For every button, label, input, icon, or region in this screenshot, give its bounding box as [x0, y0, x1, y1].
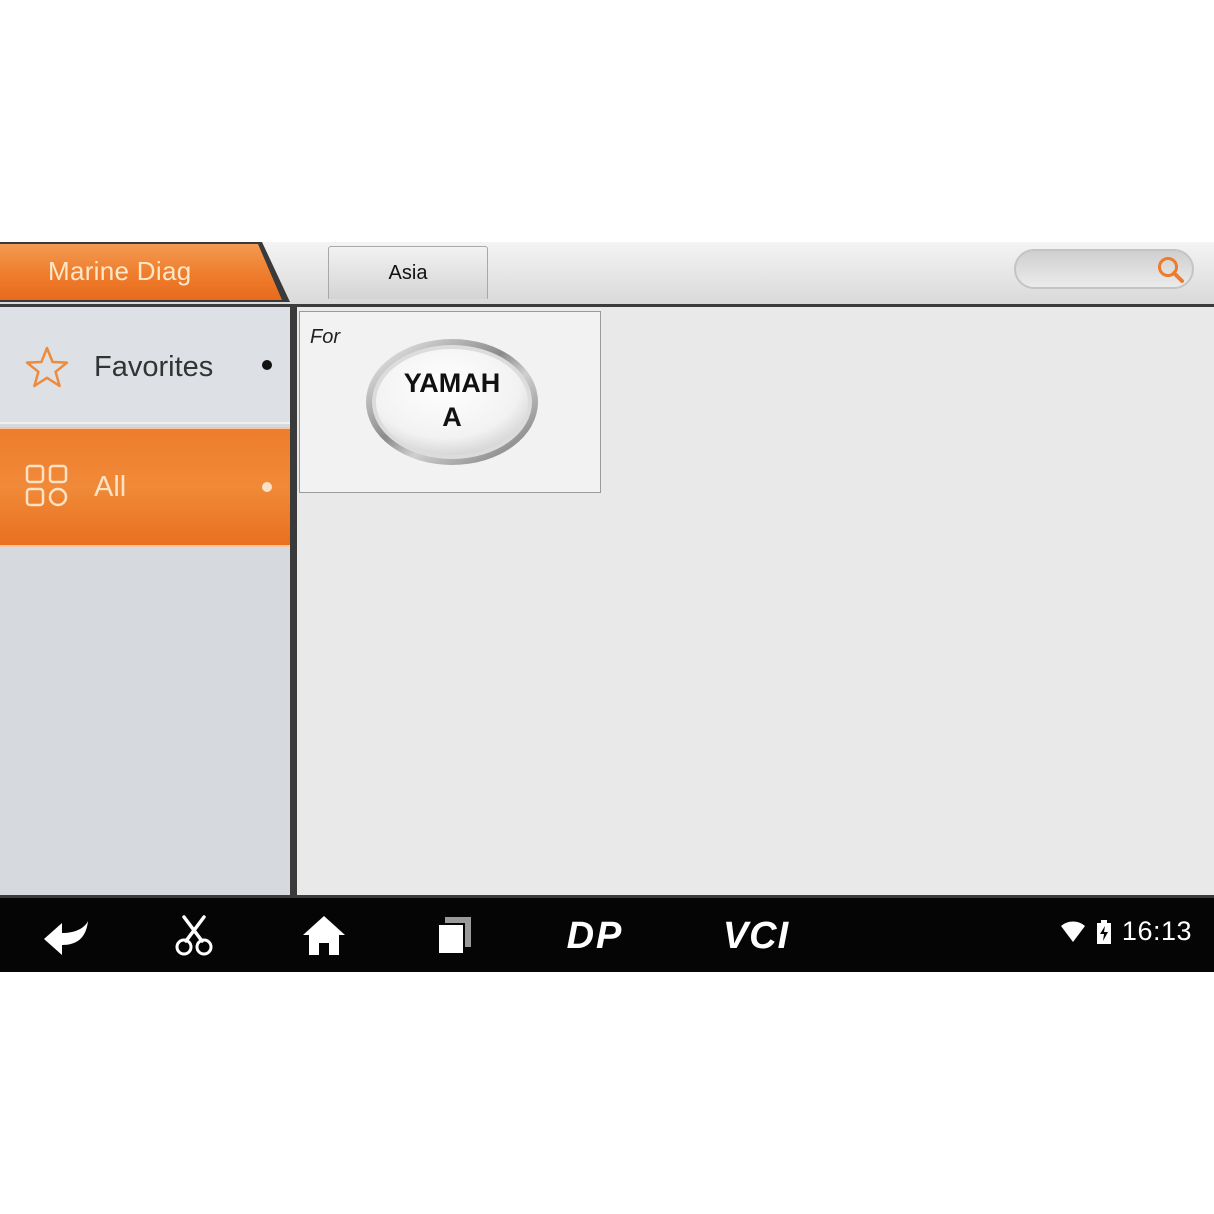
- wifi-icon: [1060, 921, 1085, 942]
- brand-label-line2: A: [442, 402, 462, 432]
- indicator-dot: [262, 360, 272, 370]
- tab-asia[interactable]: Asia: [328, 246, 488, 299]
- dp-button[interactable]: DP: [552, 910, 638, 960]
- sidebar-item-label: All: [94, 471, 127, 503]
- title-tab: Marine Diag: [0, 242, 292, 304]
- screenshot-button[interactable]: [166, 910, 222, 960]
- top-bar: Marine Diag Asia: [0, 242, 1214, 307]
- home-button[interactable]: [296, 910, 352, 960]
- sidebar-item-label: Favorites: [94, 351, 214, 383]
- app-title: Marine Diag: [48, 256, 192, 286]
- vci-label: VCI: [723, 917, 790, 953]
- recent-apps-button[interactable]: [426, 910, 482, 960]
- star-icon: [25, 346, 69, 388]
- home-icon: [303, 916, 345, 955]
- search-input[interactable]: [1030, 257, 1154, 283]
- recent-apps-icon: [437, 917, 471, 955]
- dp-icon: DP: [567, 917, 624, 953]
- brand-card-yamaha[interactable]: For YAMAH A: [299, 311, 601, 493]
- card-prefix: For: [310, 326, 340, 348]
- sidebar-item-favorites[interactable]: Favorites: [0, 307, 290, 424]
- content-area: For YAMAH A: [297, 307, 1214, 895]
- brand-label-line1: YAMAH: [403, 368, 501, 398]
- search-box[interactable]: [1014, 249, 1194, 289]
- navigation-bar: DP VCI 16:13: [0, 898, 1214, 972]
- back-icon: [44, 921, 88, 955]
- vci-icon: VCI: [723, 917, 790, 953]
- indicator-dot: [262, 482, 272, 492]
- dp-label: DP: [567, 917, 624, 953]
- app-screen: Marine Diag Asia Favorites All For YAMAH…: [0, 242, 1214, 972]
- sidebar-item-all[interactable]: All: [0, 427, 290, 547]
- brand-label: YAMAH A: [364, 366, 540, 434]
- scissors-icon: [175, 915, 213, 956]
- sidebar: Favorites All: [0, 307, 290, 895]
- battery-icon: [1096, 919, 1111, 944]
- grid-icon: [25, 464, 68, 507]
- search-icon[interactable]: [1156, 255, 1186, 285]
- clock: 16:13: [1121, 916, 1192, 946]
- status-area: 16:13: [1060, 916, 1192, 947]
- vci-button[interactable]: VCI: [708, 910, 804, 960]
- back-button[interactable]: [36, 910, 96, 960]
